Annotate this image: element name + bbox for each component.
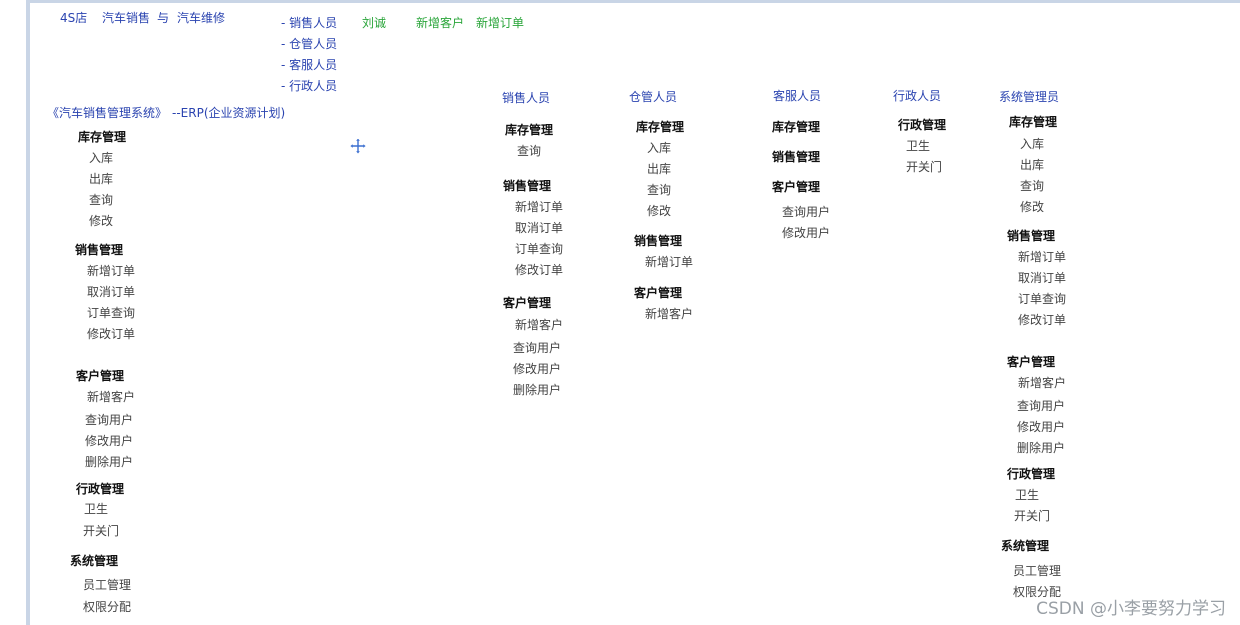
- sysadmin-inventory-item: 查询: [1020, 179, 1045, 193]
- warehouse-role-customer-title: 客户管理: [634, 286, 683, 300]
- tree-admin-item: 卫生: [84, 502, 109, 516]
- tree-admin-item: 开关门: [83, 524, 120, 538]
- role-admin: - 行政人员: [281, 79, 338, 93]
- tree-sales-item: 新增订单: [87, 264, 136, 278]
- tree-customer-item: 修改用户: [85, 434, 134, 448]
- tree-inventory-item: 修改: [89, 214, 114, 228]
- brand-and: 与: [157, 11, 170, 25]
- sales-role-sales-item: 新增订单: [515, 200, 564, 214]
- admin-role-admin-title: 行政管理: [898, 118, 947, 132]
- sysadmin-system-title: 系统管理: [1001, 539, 1050, 553]
- sysadmin-inventory-item: 出库: [1020, 158, 1045, 172]
- sales-role-customer-item: 新增客户: [515, 318, 564, 332]
- warehouse-role-inventory-item: 入库: [647, 141, 672, 155]
- warehouse-role-heading: 仓管人员: [629, 90, 678, 104]
- brand-car-sales: 汽车销售: [102, 11, 151, 25]
- sysadmin-system-item: 员工管理: [1013, 564, 1062, 578]
- sysadmin-role-heading: 系统管理员: [999, 90, 1060, 104]
- role-service: - 客服人员: [281, 58, 338, 72]
- sysadmin-admin-item: 卫生: [1015, 488, 1040, 502]
- sales-role-inventory-title: 库存管理: [505, 123, 554, 137]
- csdn-watermark: CSDN @小李要努力学习: [1036, 599, 1226, 619]
- sales-role-customer-item: 删除用户: [513, 383, 562, 397]
- sysadmin-customer-title: 客户管理: [1007, 355, 1056, 369]
- service-role-sales-title: 销售管理: [772, 150, 821, 164]
- tree-admin-title: 行政管理: [76, 482, 125, 496]
- sysadmin-sales-item: 取消订单: [1018, 271, 1067, 285]
- tree-inventory-item: 出库: [89, 172, 114, 186]
- sales-role-sales-item: 修改订单: [515, 263, 564, 277]
- system-subtitle: --ERP(企业资源计划): [172, 106, 286, 120]
- canvas-left-border: [26, 0, 30, 625]
- warehouse-role-inventory-item: 查询: [647, 183, 672, 197]
- action-new-customer: 新增客户: [416, 16, 465, 30]
- tree-sales-item: 取消订单: [87, 285, 136, 299]
- tree-sales-title: 销售管理: [75, 243, 124, 257]
- admin-role-admin-item: 开关门: [906, 160, 943, 174]
- tree-sales-item: 修改订单: [87, 327, 136, 341]
- tree-customer-item: 新增客户: [87, 390, 136, 404]
- sales-role-customer-title: 客户管理: [503, 296, 552, 310]
- tree-inventory-title: 库存管理: [78, 130, 127, 144]
- role-warehouse: - 仓管人员: [281, 37, 338, 51]
- warehouse-role-inventory-item: 修改: [647, 204, 672, 218]
- admin-role-admin-item: 卫生: [906, 139, 931, 153]
- tree-system-item: 权限分配: [83, 600, 132, 614]
- warehouse-role-customer-item: 新增客户: [645, 307, 694, 321]
- service-role-customer-item: 查询用户: [782, 205, 831, 219]
- sales-role-sales-title: 销售管理: [503, 179, 552, 193]
- service-role-customer-title: 客户管理: [772, 180, 821, 194]
- tree-customer-title: 客户管理: [76, 369, 125, 383]
- tree-inventory-item: 入库: [89, 151, 114, 165]
- sysadmin-sales-title: 销售管理: [1007, 229, 1056, 243]
- brand-label: 4S店: [60, 11, 88, 25]
- sysadmin-admin-item: 开关门: [1014, 509, 1051, 523]
- sales-role-sales-item: 取消订单: [515, 221, 564, 235]
- action-new-order: 新增订单: [476, 16, 525, 30]
- system-title: 《汽车销售管理系统》: [47, 106, 168, 120]
- warehouse-role-sales-title: 销售管理: [634, 234, 683, 248]
- sysadmin-customer-item: 新增客户: [1018, 376, 1067, 390]
- tree-system-title: 系统管理: [70, 554, 119, 568]
- sysadmin-sales-item: 修改订单: [1018, 313, 1067, 327]
- sysadmin-sales-item: 新增订单: [1018, 250, 1067, 264]
- sales-role-customer-item: 修改用户: [513, 362, 562, 376]
- sysadmin-inventory-item: 入库: [1020, 137, 1045, 151]
- warehouse-role-inventory-title: 库存管理: [636, 120, 685, 134]
- tree-customer-item: 查询用户: [85, 413, 134, 427]
- role-sales: - 销售人员: [281, 16, 338, 30]
- tree-sales-item: 订单查询: [87, 306, 136, 320]
- sysadmin-customer-item: 删除用户: [1017, 441, 1066, 455]
- tree-inventory-item: 查询: [89, 193, 114, 207]
- admin-role-heading: 行政人员: [893, 89, 942, 103]
- sysadmin-customer-item: 查询用户: [1017, 399, 1066, 413]
- service-role-heading: 客服人员: [773, 89, 822, 103]
- person-name: 刘诚: [362, 16, 387, 30]
- service-role-customer-item: 修改用户: [782, 226, 831, 240]
- move-crosshair-icon: [350, 138, 366, 154]
- sysadmin-inventory-title: 库存管理: [1009, 115, 1058, 129]
- service-role-inventory-title: 库存管理: [772, 120, 821, 134]
- sales-role-sales-item: 订单查询: [515, 242, 564, 256]
- sysadmin-inventory-item: 修改: [1020, 200, 1045, 214]
- canvas-top-border: [26, 0, 1240, 3]
- brand-car-repair: 汽车维修: [177, 11, 226, 25]
- sysadmin-customer-item: 修改用户: [1017, 420, 1066, 434]
- sales-role-heading: 销售人员: [502, 91, 551, 105]
- tree-customer-item: 删除用户: [85, 455, 134, 469]
- sysadmin-admin-title: 行政管理: [1007, 467, 1056, 481]
- sales-role-customer-item: 查询用户: [513, 341, 562, 355]
- sales-role-inventory-item: 查询: [517, 144, 542, 158]
- warehouse-role-inventory-item: 出库: [647, 162, 672, 176]
- warehouse-role-sales-item: 新增订单: [645, 255, 694, 269]
- sysadmin-sales-item: 订单查询: [1018, 292, 1067, 306]
- tree-system-item: 员工管理: [83, 578, 132, 592]
